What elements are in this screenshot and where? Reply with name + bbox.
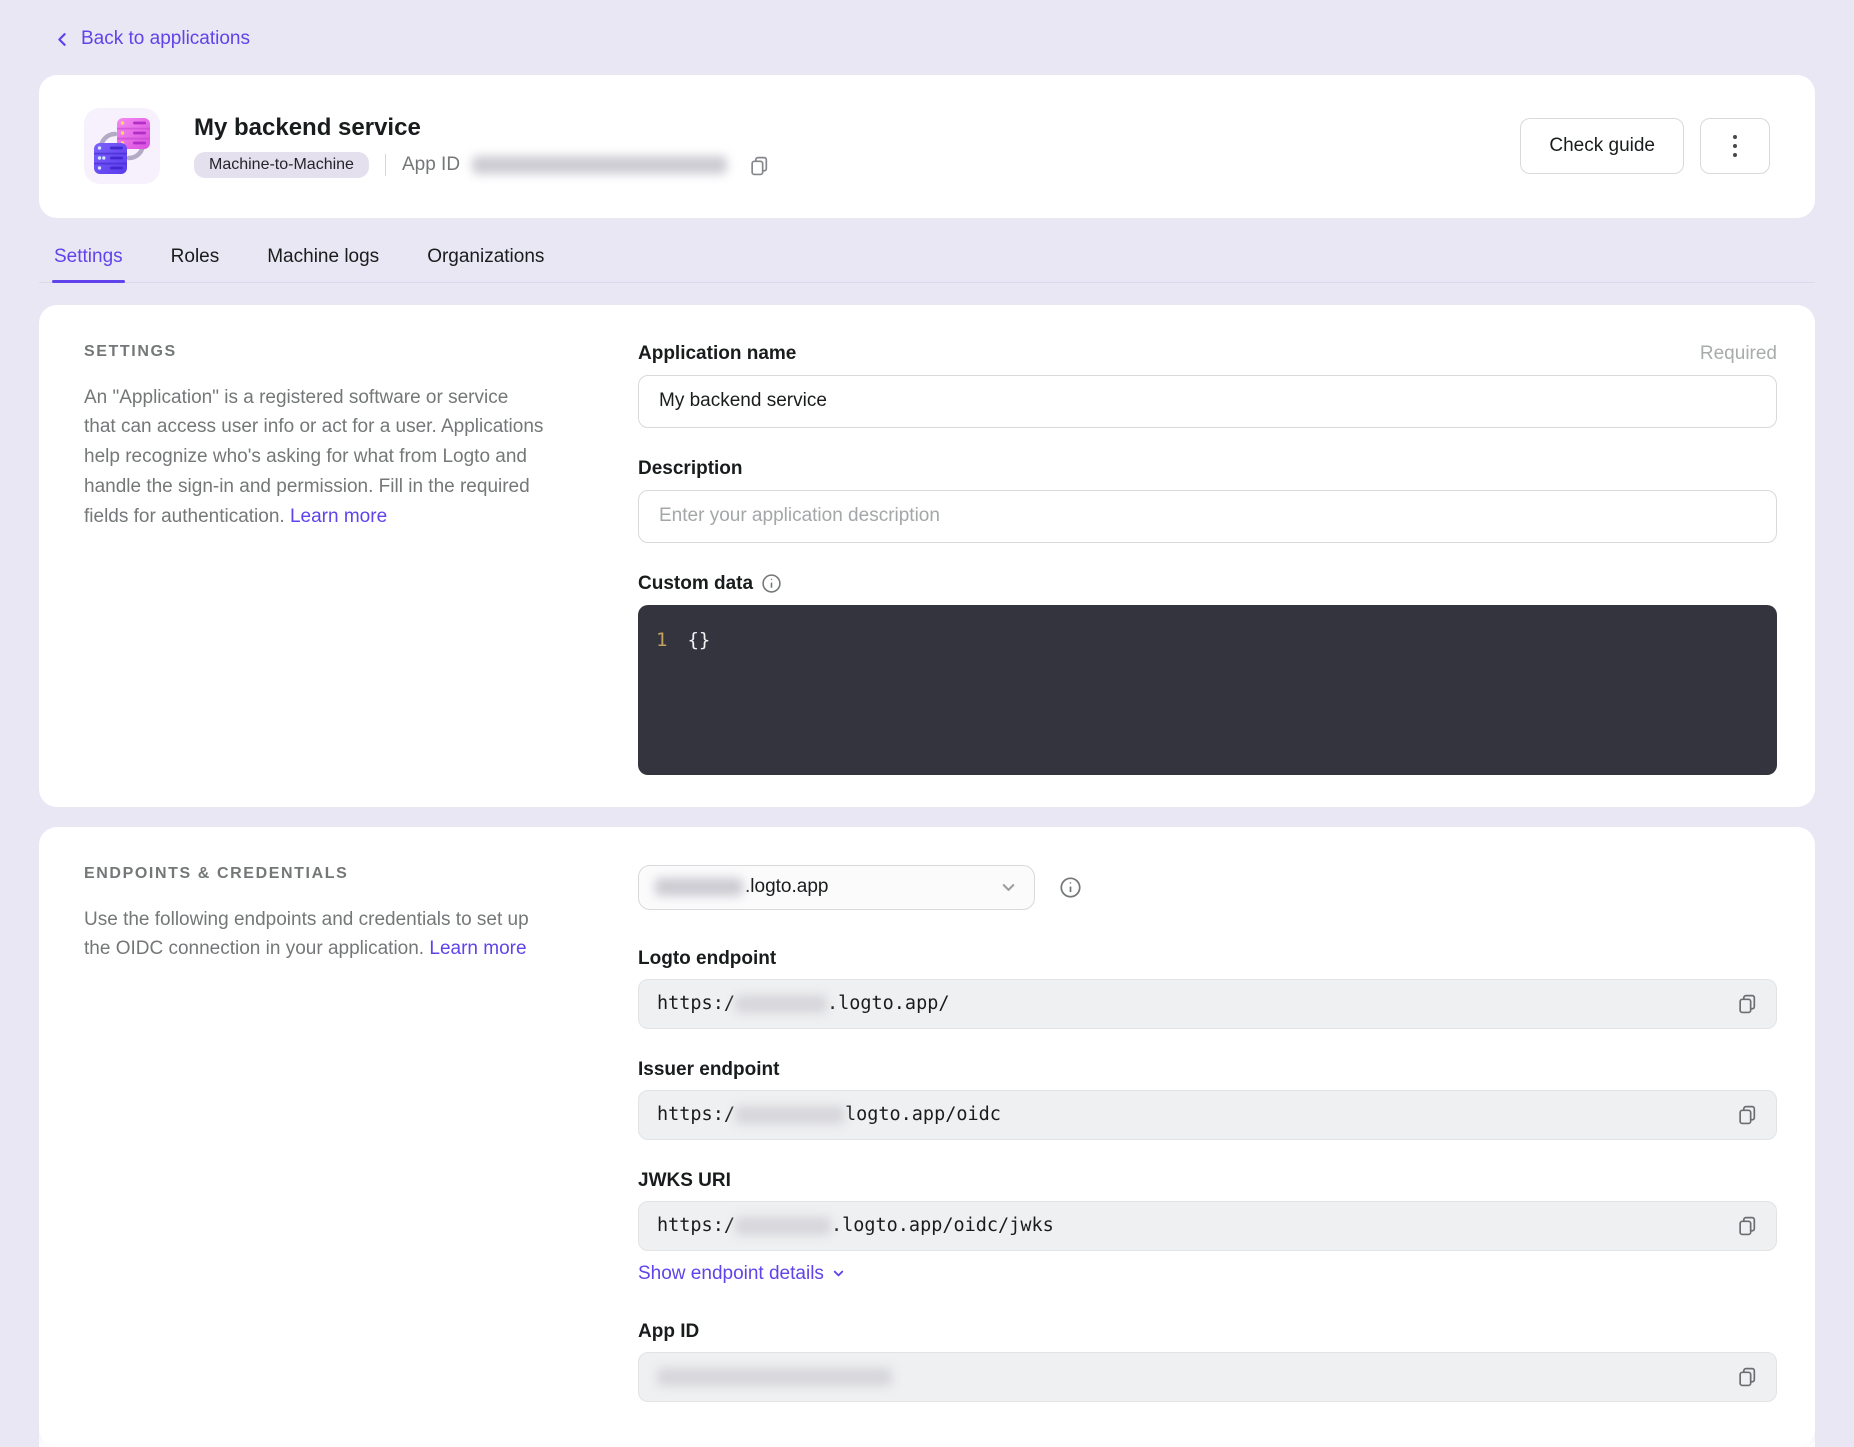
custom-data-field-block: Custom data 1 {} xyxy=(638,573,1777,775)
application-name-label: Application name xyxy=(638,343,796,365)
application-meta-row: Machine-to-Machine App ID xyxy=(194,152,1520,178)
settings-section-description: An "Application" is a registered softwar… xyxy=(84,383,544,532)
app-id-field-redacted xyxy=(657,1368,892,1386)
domain-redacted-prefix xyxy=(655,878,743,896)
app-id-redacted-value xyxy=(472,156,727,174)
settings-learn-more-link[interactable]: Learn more xyxy=(290,506,387,527)
custom-data-label: Custom data xyxy=(638,573,782,595)
meta-divider xyxy=(385,154,386,176)
jwks-uri-block: JWKS URI https:/ .logto.app/oidc/jwks xyxy=(638,1170,1777,1251)
app-id-label: App ID xyxy=(402,154,460,176)
custom-data-code-editor[interactable]: 1 {} xyxy=(638,605,1777,775)
logto-endpoint-label: Logto endpoint xyxy=(638,948,776,970)
domain-select[interactable]: .logto.app xyxy=(638,865,1035,910)
domain-select-row: .logto.app xyxy=(638,865,1777,910)
logto-endpoint-prefix: https:/ xyxy=(657,993,735,1014)
description-label: Description xyxy=(638,458,743,480)
editor-code-content: {} xyxy=(687,629,710,651)
editor-line-number: 1 xyxy=(656,629,667,651)
issuer-endpoint-redacted xyxy=(735,1106,845,1124)
tab-roles[interactable]: Roles xyxy=(171,246,220,268)
jwks-uri-label: JWKS URI xyxy=(638,1170,731,1192)
issuer-endpoint-label: Issuer endpoint xyxy=(638,1059,779,1081)
endpoints-learn-more-link[interactable]: Learn more xyxy=(429,938,526,959)
chevron-down-icon xyxy=(831,1266,846,1281)
copy-jwks-uri-button[interactable] xyxy=(1725,1215,1758,1236)
settings-section-heading: SETTINGS xyxy=(84,343,544,361)
application-name-input[interactable] xyxy=(638,375,1777,428)
application-type-badge: Machine-to-Machine xyxy=(194,152,369,178)
endpoints-section-card: ENDPOINTS & CREDENTIALS Use the followin… xyxy=(39,827,1815,1447)
issuer-endpoint-prefix: https:/ xyxy=(657,1104,735,1125)
domain-info-icon[interactable] xyxy=(1059,876,1082,899)
page-title: My backend service xyxy=(194,114,1520,142)
jwks-uri-suffix: .logto.app/oidc/jwks xyxy=(831,1215,1054,1236)
endpoints-section-heading: ENDPOINTS & CREDENTIALS xyxy=(84,865,544,883)
logto-endpoint-block: Logto endpoint https:/ .logto.app/ xyxy=(638,948,1777,1029)
description-field-block: Description xyxy=(638,458,1777,543)
application-summary: My backend service Machine-to-Machine Ap… xyxy=(194,114,1520,178)
back-to-applications-link[interactable]: Back to applications xyxy=(54,28,250,50)
check-guide-button[interactable]: Check guide xyxy=(1520,118,1684,174)
application-header-card: My backend service Machine-to-Machine Ap… xyxy=(39,75,1815,218)
logto-endpoint-redacted xyxy=(735,995,827,1013)
jwks-uri-prefix: https:/ xyxy=(657,1215,735,1236)
app-id-field-label: App ID xyxy=(638,1321,699,1343)
more-actions-button[interactable] xyxy=(1700,118,1770,174)
issuer-endpoint-block: Issuer endpoint https:/ logto.app/oidc xyxy=(638,1059,1777,1140)
issuer-endpoint-suffix: logto.app/oidc xyxy=(845,1104,1001,1125)
show-endpoint-details-link[interactable]: Show endpoint details xyxy=(638,1263,846,1285)
machine-to-machine-app-icon xyxy=(84,108,160,184)
copy-logto-endpoint-button[interactable] xyxy=(1725,993,1758,1014)
jwks-uri-redacted xyxy=(735,1217,831,1235)
endpoints-section-description: Use the following endpoints and credenti… xyxy=(84,905,544,965)
application-details-page: Back to applications xyxy=(0,0,1854,1447)
application-name-field-block: Application name Required xyxy=(638,343,1777,428)
info-icon[interactable] xyxy=(761,573,782,594)
chevron-down-icon xyxy=(999,878,1018,897)
logto-endpoint-value-field: https:/ .logto.app/ xyxy=(638,979,1777,1029)
endpoints-section-intro: ENDPOINTS & CREDENTIALS Use the followin… xyxy=(84,865,544,1447)
application-tabs: Settings Roles Machine logs Organization… xyxy=(39,246,1815,283)
app-id-value-field xyxy=(638,1352,1777,1402)
back-link-label: Back to applications xyxy=(81,28,250,50)
tab-machine-logs[interactable]: Machine logs xyxy=(267,246,379,268)
logto-endpoint-suffix: .logto.app/ xyxy=(827,993,950,1014)
description-input[interactable] xyxy=(638,490,1777,543)
copy-app-id-field-button[interactable] xyxy=(1725,1366,1758,1387)
jwks-uri-value-field: https:/ .logto.app/oidc/jwks xyxy=(638,1201,1777,1251)
settings-form: Application name Required Description Cu… xyxy=(638,343,1777,775)
tab-organizations[interactable]: Organizations xyxy=(427,246,544,268)
endpoints-form: .logto.app Logto endpoint https:/ .logto… xyxy=(638,865,1777,1447)
required-tag: Required xyxy=(1700,343,1777,365)
issuer-endpoint-value-field: https:/ logto.app/oidc xyxy=(638,1090,1777,1140)
copy-issuer-endpoint-button[interactable] xyxy=(1725,1104,1758,1125)
copy-app-id-button[interactable] xyxy=(737,155,770,176)
header-actions: Check guide xyxy=(1520,118,1770,174)
app-id-block: App ID xyxy=(638,1321,1777,1402)
domain-select-value: .logto.app xyxy=(745,876,999,898)
tab-settings[interactable]: Settings xyxy=(54,246,123,268)
kebab-menu-icon xyxy=(1733,135,1738,158)
settings-section-intro: SETTINGS An "Application" is a registere… xyxy=(84,343,544,775)
settings-section-card: SETTINGS An "Application" is a registere… xyxy=(39,305,1815,807)
chevron-left-icon xyxy=(54,31,71,48)
